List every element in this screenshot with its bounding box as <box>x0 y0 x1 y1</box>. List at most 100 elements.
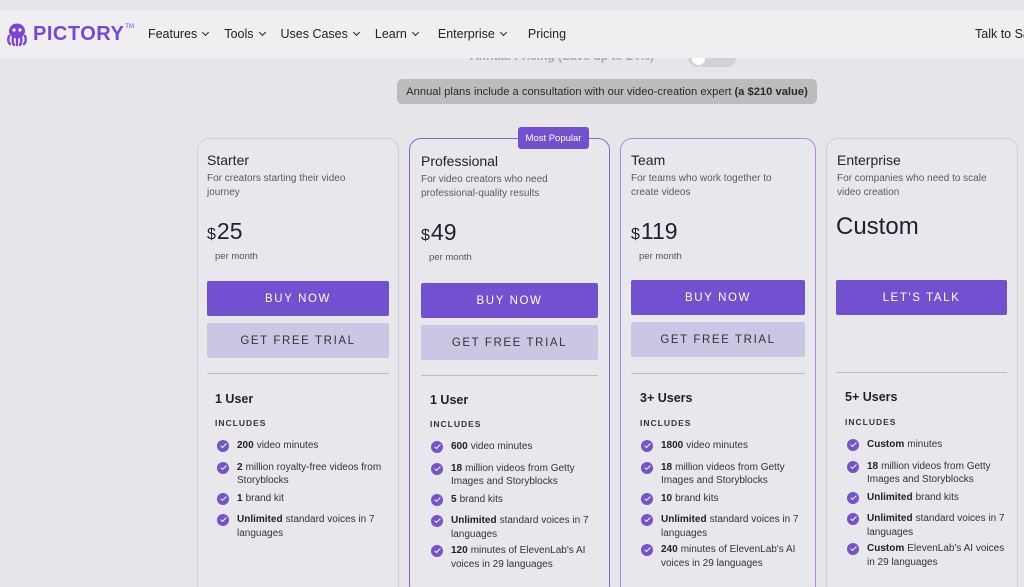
chevron-down-icon <box>202 28 210 37</box>
list-item: 1800 video minutes <box>641 439 801 453</box>
list-item: 2 million royalty-free videos from Storyb… <box>217 461 382 488</box>
nav-label: Uses Cases <box>280 27 348 41</box>
currency-symbol: $ <box>631 226 640 243</box>
buy-now-button[interactable]: BUY NOW <box>207 281 389 316</box>
lets-talk-button[interactable]: LET'S TALK <box>836 280 1007 315</box>
logo[interactable]: PICTORY TM <box>4 21 134 47</box>
includes-label: INCLUDES <box>845 417 897 427</box>
talk-to-sales-link[interactable]: Talk to Sa <box>975 27 1024 41</box>
price-amount: 49 <box>430 219 457 245</box>
nav-tools[interactable]: Tools <box>224 27 266 41</box>
plan-name: Professional <box>421 153 499 169</box>
plan-users: 1 User <box>430 393 469 407</box>
plan-users: 3+ Users <box>640 391 693 405</box>
check-icon <box>847 513 859 525</box>
check-icon <box>641 544 653 556</box>
includes-label: INCLUDES <box>215 418 267 428</box>
check-icon <box>641 461 653 474</box>
trademark: TM <box>125 24 134 30</box>
plan-description: For creators starting their video journe… <box>207 173 346 198</box>
check-icon <box>431 515 443 527</box>
check-icon <box>217 461 229 474</box>
feature-list: 600 video minutes 18 million videos from G… <box>431 440 591 571</box>
tooltip-text: Annual plans include a consultation with… <box>406 85 732 98</box>
list-item: Unlimited standard voices in 7 languages <box>217 513 382 540</box>
list-item: Unlimited standard voices in 7 languages <box>431 514 591 541</box>
nav-label: Features <box>147 27 198 41</box>
check-icon <box>847 543 859 555</box>
divider <box>631 373 805 374</box>
nav-label: Enterprise <box>437 27 495 41</box>
annual-consultation-tooltip: Annual plans include a consultation with… <box>397 79 817 104</box>
check-icon <box>217 514 229 526</box>
plan-price: $49 <box>421 219 457 246</box>
check-icon <box>847 439 859 451</box>
free-trial-button[interactable]: GET FREE TRIAL <box>207 323 389 358</box>
feature-list: 1800 video minutes 18 million videos from … <box>641 439 801 570</box>
list-item: 10 brand kits <box>641 492 801 506</box>
free-trial-button[interactable]: GET FREE TRIAL <box>631 322 805 357</box>
list-item: 240 minutes of ElevenLab's AI voices in 2… <box>641 543 801 570</box>
custom-price: Custom <box>836 213 919 240</box>
list-item: 5 brand kits <box>431 493 591 507</box>
list-item: 18 million videos from Getty Images and S… <box>431 462 591 489</box>
list-item: 120 minutes of ElevenLab's AI voices in 2… <box>431 544 591 571</box>
nav-enterprise[interactable]: Enterprise <box>437 27 507 41</box>
check-icon <box>641 514 653 526</box>
plan-users: 5+ Users <box>845 390 898 404</box>
list-item: Unlimited standard voices in 7 languages <box>641 513 801 540</box>
nav-pricing[interactable]: Pricing <box>528 27 566 41</box>
plan-description: For teams who work together to create vi… <box>631 173 772 198</box>
buy-now-button[interactable]: BUY NOW <box>421 283 598 318</box>
check-icon <box>641 440 653 452</box>
chevron-down-icon <box>411 28 419 37</box>
divider <box>836 372 1007 373</box>
price-amount: 25 <box>216 218 243 244</box>
check-icon <box>641 492 653 505</box>
check-icon <box>847 491 859 504</box>
nav-label: Pricing <box>527 27 567 41</box>
price-period: per month <box>215 251 258 262</box>
most-popular-badge: Most Popular <box>518 127 589 149</box>
navbar: PICTORY TM Features Tools Uses Cases Lea… <box>0 10 1024 58</box>
check-icon <box>431 545 443 557</box>
price-amount: 119 <box>640 218 678 244</box>
nav-features[interactable]: Features <box>147 27 210 41</box>
nav-learn[interactable]: Learn <box>375 27 419 41</box>
list-item: Unlimited standard voices in 7 languages <box>847 512 1007 539</box>
price-period: per month <box>429 252 472 263</box>
currency-symbol: $ <box>421 227 430 244</box>
check-icon <box>431 493 443 506</box>
feature-list: Custom minutes 18 million videos from Gett… <box>847 438 1007 569</box>
check-icon <box>431 462 443 475</box>
list-item: 1 brand kit <box>217 492 382 506</box>
nav-menu: Features Tools Uses Cases Learn Enterpri… <box>148 27 582 41</box>
list-item: Custom minutes <box>847 438 1007 452</box>
plan-users: 1 User <box>215 392 254 406</box>
check-icon <box>431 441 443 453</box>
list-item: Custom ElevenLab's AI voices in 29 langua… <box>847 542 1007 569</box>
divider <box>207 373 389 374</box>
plan-description: For video creators who need professional… <box>421 174 548 199</box>
check-icon <box>217 492 229 505</box>
divider <box>421 375 598 376</box>
buy-now-button[interactable]: BUY NOW <box>631 280 805 315</box>
includes-label: INCLUDES <box>430 419 482 429</box>
currency-symbol: $ <box>207 226 216 243</box>
plan-price: $119 <box>631 218 678 245</box>
chevron-down-icon <box>258 28 266 37</box>
check-icon <box>847 460 859 473</box>
list-item: 18 million videos from Getty Images and S… <box>847 460 1007 487</box>
brand-name: PICTORY <box>33 22 125 45</box>
plan-name: Starter <box>207 152 250 168</box>
nav-use-cases[interactable]: Uses Cases <box>280 27 360 41</box>
plan-name: Team <box>631 152 666 168</box>
list-item: 18 million videos from Getty Images and S… <box>641 461 801 488</box>
includes-label: INCLUDES <box>640 418 692 428</box>
list-item: 200 video minutes <box>217 439 382 453</box>
chevron-down-icon <box>352 28 360 37</box>
feature-list: 200 video minutes 2 million royalty-free v… <box>217 439 382 540</box>
plan-name: Enterprise <box>837 152 901 168</box>
free-trial-button[interactable]: GET FREE TRIAL <box>421 325 598 360</box>
chevron-down-icon <box>499 28 507 37</box>
